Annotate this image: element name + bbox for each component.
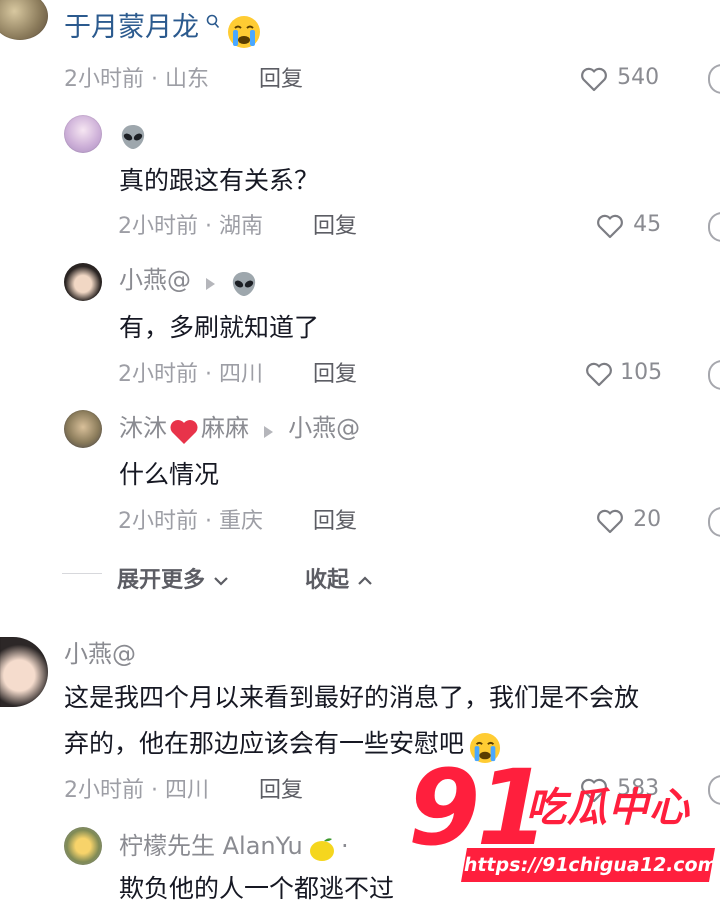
heart-icon — [597, 214, 623, 239]
watermark-number: 91 — [408, 747, 549, 869]
like-button[interactable]: 540 — [580, 66, 659, 92]
collapse-button[interactable]: 收起 — [305, 562, 373, 594]
reply-text: 真的跟这有关系？ — [119, 166, 320, 195]
collapse-label: 收起 — [305, 568, 350, 593]
reply-author-suffix[interactable]: 麻麻 — [201, 414, 249, 442]
expand-more-button[interactable]: 展开更多 — [117, 562, 229, 594]
reply-author-row — [119, 121, 147, 151]
reply-button[interactable]: 回复 — [313, 216, 357, 238]
avatar[interactable] — [64, 115, 102, 153]
comment-text-line-1: 这是我四个月以来看到最好的消息了，我们是不会放 — [64, 683, 640, 712]
heart-icon — [586, 362, 612, 387]
reply-author-row: 柠檬先生 AlanYu · — [119, 834, 349, 863]
reply-author-row: 小燕@ — [119, 268, 258, 298]
dislike-icon[interactable] — [708, 212, 720, 242]
divider — [62, 573, 102, 574]
reply-meta: 2小时前 · 四川 — [118, 362, 263, 387]
like-button[interactable]: 105 — [585, 361, 662, 387]
comment-author[interactable]: 小燕@ — [64, 642, 136, 666]
watermark-logo: 91 吃瓜中心 https://91chigua12.com — [404, 756, 720, 902]
reply-meta: 2小时前 · 湖南 — [118, 214, 263, 239]
avatar[interactable] — [64, 263, 102, 301]
reply-button[interactable]: 回复 — [313, 511, 357, 533]
comment-text-line-2: 弃的，他在那边应该会有一些安慰吧 — [64, 729, 465, 758]
like-count: 105 — [620, 359, 663, 385]
like-button[interactable]: 20 — [596, 508, 661, 534]
comment-meta: 2小时前 · 山东 — [64, 67, 209, 92]
expand-more-label: 展开更多 — [117, 568, 206, 593]
alien-icon — [233, 271, 256, 296]
reply-button[interactable]: 回复 — [259, 69, 303, 91]
reply-arrow-icon — [206, 277, 216, 290]
like-count: 45 — [633, 211, 662, 237]
reply-button[interactable]: 回复 — [259, 780, 303, 802]
like-count: 540 — [617, 64, 660, 90]
watermark-name: 吃瓜中心 — [526, 785, 690, 831]
reply-author-row: 沐沐 麻麻 小燕@ — [119, 416, 360, 445]
comment-meta: 2小时前 · 四川 — [64, 778, 209, 803]
heart-icon — [597, 509, 623, 534]
alien-icon — [121, 124, 145, 149]
reply-meta: 2小时前 · 重庆 — [118, 509, 263, 534]
lemon-icon — [309, 837, 334, 861]
reply-arrow-icon — [264, 425, 274, 438]
heart-icon — [581, 67, 607, 92]
reply-text: 有，多刷就知道了 — [119, 313, 320, 342]
like-count: 20 — [633, 506, 662, 532]
reply-author[interactable]: 小燕@ — [119, 266, 191, 294]
dislike-icon[interactable] — [708, 507, 720, 537]
red-heart-icon — [170, 419, 198, 444]
avatar[interactable] — [0, 637, 48, 707]
comment-author[interactable]: 于月蒙月龙 — [64, 12, 199, 43]
chevron-up-icon — [357, 576, 372, 585]
avatar[interactable] — [64, 410, 102, 448]
reply-to-user[interactable]: 小燕@ — [288, 414, 360, 442]
reply-text: 什么情况 — [119, 460, 220, 489]
reply-button[interactable]: 回复 — [313, 364, 357, 386]
watermark-url: https://91chigua12.com — [461, 848, 719, 882]
avatar[interactable] — [0, 0, 48, 40]
avatar[interactable] — [64, 827, 102, 865]
chevron-down-icon — [213, 577, 228, 586]
search-icon[interactable] — [206, 14, 220, 30]
dislike-icon[interactable] — [708, 64, 720, 94]
reply-text: 欺负他的人一个都逃不过 — [119, 874, 395, 903]
separator-dot: · — [340, 832, 349, 860]
reply-author[interactable]: 柠檬先生 AlanYu — [119, 832, 303, 860]
like-button[interactable]: 45 — [596, 213, 661, 239]
crying-face-icon — [228, 15, 261, 48]
dislike-icon[interactable] — [708, 360, 720, 390]
reply-author[interactable]: 沐沐 — [119, 414, 167, 442]
comment-author-row: 于月蒙月龙 — [64, 14, 261, 49]
